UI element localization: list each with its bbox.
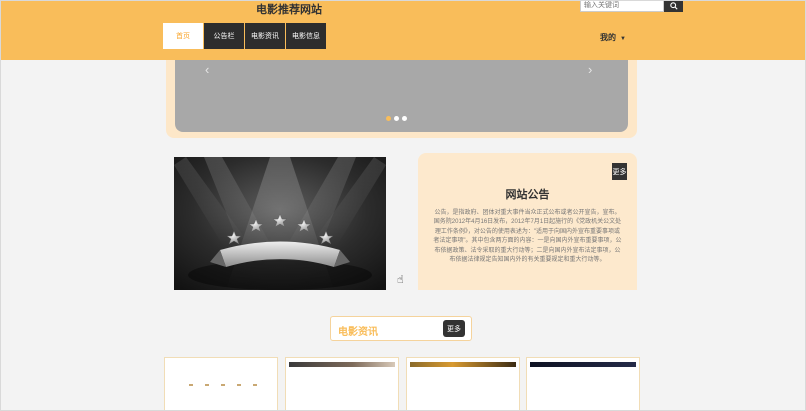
star-rating-banner-image <box>174 157 386 290</box>
header: 电影推荐网站 首页 公告栏 电影资讯 电影信息 我的 ▼ <box>0 0 806 60</box>
hand-cursor-icon: ☝ <box>397 274 404 286</box>
news-card-image <box>530 362 636 367</box>
carousel[interactable]: ‹ › <box>175 60 628 132</box>
news-card-image <box>289 362 395 367</box>
carousel-prev-arrow[interactable]: ‹ <box>205 62 209 77</box>
carousel-dot[interactable] <box>394 116 399 121</box>
user-menu-label: 我的 <box>600 33 616 42</box>
chevron-down-icon: ▼ <box>620 36 626 42</box>
carousel-dot[interactable] <box>386 116 391 121</box>
nav-item-notice-board[interactable]: 公告栏 <box>204 23 244 49</box>
news-card[interactable] <box>526 357 640 411</box>
carousel-next-arrow[interactable]: › <box>588 62 592 77</box>
search-button[interactable] <box>664 0 683 12</box>
main-nav: 首页 公告栏 电影资讯 电影信息 <box>163 23 326 49</box>
nav-item-movie-news[interactable]: 电影资讯 <box>245 23 285 49</box>
search-icon <box>669 2 678 10</box>
feature-image[interactable] <box>174 157 386 290</box>
carousel-indicators <box>386 116 407 121</box>
notice-panel: 更多 网站公告 公告，是指政府、团体对重大事件当众正式公布或者公开宣告，宣布。国… <box>418 153 637 290</box>
news-card[interactable] <box>164 357 278 411</box>
notice-title: 网站公告 <box>505 189 550 201</box>
carousel-dot[interactable] <box>402 116 407 121</box>
news-card[interactable] <box>406 357 520 411</box>
notice-body: 公告，是指政府、团体对重大事件当众正式公布或者公开宣告，宣布。国务院2012年4… <box>433 210 622 264</box>
news-card-image <box>410 362 516 367</box>
card-image-placeholder <box>189 384 257 386</box>
user-menu[interactable]: 我的 ▼ <box>600 32 626 43</box>
news-section-header: 电影资讯 更多 <box>330 316 472 341</box>
news-card[interactable] <box>285 357 399 411</box>
news-more-button[interactable]: 更多 <box>443 320 465 337</box>
news-section-title: 电影资讯 <box>338 327 378 338</box>
search-input[interactable] <box>580 0 664 12</box>
search-bar <box>580 0 683 12</box>
nav-item-home[interactable]: 首页 <box>163 23 203 49</box>
nav-item-movie-info[interactable]: 电影信息 <box>286 23 326 49</box>
notice-more-button[interactable]: 更多 <box>612 163 627 180</box>
site-title: 电影推荐网站 <box>256 4 322 16</box>
